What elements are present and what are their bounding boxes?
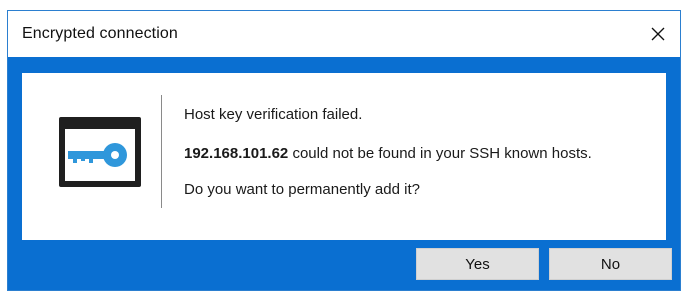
message-line-3: Do you want to permanently add it?: [184, 181, 420, 198]
title-bar: Encrypted connection: [8, 11, 680, 57]
yes-button[interactable]: Yes: [416, 248, 539, 280]
encrypted-connection-dialog: Encrypted connection Host key verificati…: [7, 10, 681, 291]
close-icon: [651, 27, 665, 41]
message-panel: Host key verification failed. 192.168.10…: [22, 73, 666, 240]
dialog-title: Encrypted connection: [22, 25, 178, 42]
message-line-2-text: could not be found in your SSH known hos…: [288, 145, 592, 162]
host-address: 192.168.101.62: [184, 145, 289, 162]
no-button[interactable]: No: [549, 248, 672, 280]
message-line-1: Host key verification failed.: [184, 106, 363, 123]
message-line-2: 192.168.101.62 could not be found in you…: [184, 145, 592, 162]
key-icon: [59, 117, 141, 187]
divider: [161, 95, 162, 208]
close-button[interactable]: [636, 11, 680, 57]
